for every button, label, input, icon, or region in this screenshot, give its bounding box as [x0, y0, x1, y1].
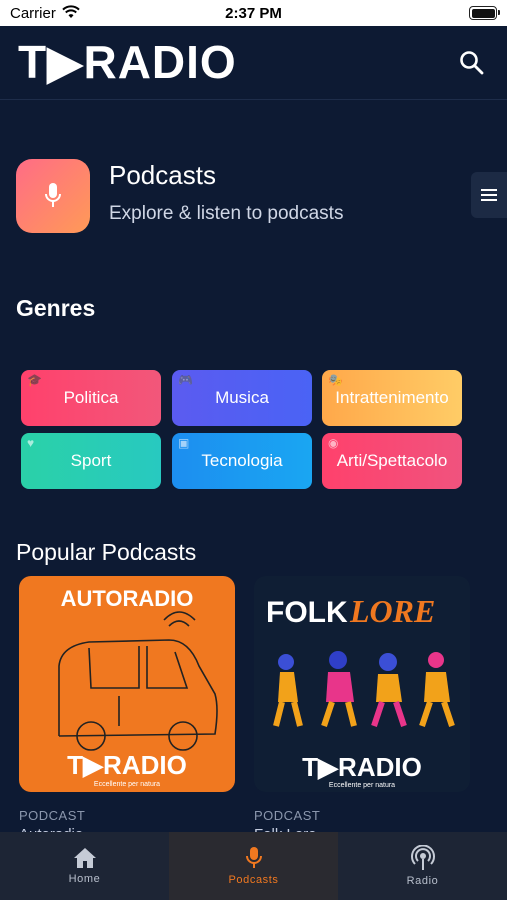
genre-label: Politica [63, 388, 119, 407]
tab-label: Podcasts [228, 874, 279, 886]
podcast-card-folklore[interactable]: FOLK LORE T▶RADIO Eccellente per natura [254, 576, 470, 792]
microphone-icon [245, 847, 262, 868]
autoradio-artwork: AUTORADIO T▶RADIO Eccellente per natura [58, 586, 218, 788]
popular-podcasts-heading: Popular Podcasts [16, 539, 197, 565]
genre-label: Musica [215, 388, 269, 407]
artwork-title-b: LORE [349, 593, 435, 629]
artwork-title-a: FOLK [266, 596, 348, 629]
hamburger-icon [481, 189, 497, 201]
gamepad-icon: 🎮 [178, 373, 193, 387]
tab-label: Home [68, 873, 101, 885]
genre-sport[interactable]: ♥ Sport [21, 433, 161, 489]
theater-masks-icon: 🎭 [328, 373, 343, 387]
tab-podcasts[interactable]: Podcasts [169, 832, 338, 900]
genre-label: Intrattenimento [335, 388, 449, 407]
chip-icon: ▣ [178, 436, 190, 450]
page-title: Podcasts [109, 160, 216, 190]
clock: 2:37 PM [225, 5, 282, 22]
logo-text: T▶RADIO [18, 36, 237, 88]
home-icon [73, 848, 96, 868]
heart-icon: ♥ [27, 436, 35, 450]
artwork-brand: T▶RADIO [302, 752, 422, 782]
artwork-tagline: Eccellente per natura [329, 782, 395, 789]
genre-label: Tecnologia [201, 451, 283, 470]
podcast-type-label: PODCAST [19, 808, 86, 823]
app-header: T▶RADIO [0, 26, 507, 100]
genre-label: Sport [70, 451, 112, 470]
genre-intrattenimento[interactable]: 🎭 Intrattenimento [322, 370, 462, 426]
artwork-title: AUTORADIO [61, 586, 194, 611]
genre-arti-spettacolo[interactable]: ◉ Arti/Spettacolo [322, 433, 462, 489]
tab-radio[interactable]: Radio [338, 832, 507, 900]
side-menu-button[interactable] [471, 172, 507, 218]
dancers-illustration [273, 651, 455, 727]
status-bar: Carrier 2:37 PM [0, 0, 507, 26]
genre-musica[interactable]: 🎮 Musica [172, 370, 312, 426]
podcast-type-label: PODCAST [254, 808, 321, 823]
search-icon[interactable] [459, 50, 485, 76]
graduation-cap-icon: 🎓 [27, 373, 42, 387]
artwork-brand: T▶RADIO [67, 750, 187, 780]
microphone-icon [45, 183, 61, 207]
tab-label: Radio [406, 875, 439, 887]
podcast-card-autoradio[interactable]: AUTORADIO T▶RADIO Eccellente per natura [19, 576, 235, 792]
artwork-tagline: Eccellente per natura [94, 781, 160, 788]
folklore-artwork: FOLK LORE T▶RADIO Eccellente per natura [266, 593, 455, 789]
genre-politica[interactable]: 🎓 Politica [21, 370, 161, 426]
battery-icon [469, 6, 500, 20]
bottom-tab-bar: Home Podcasts Radio [0, 832, 507, 900]
genres-heading: Genres [16, 295, 96, 321]
palette-icon: ◉ [328, 436, 339, 450]
genre-tecnologia[interactable]: ▣ Tecnologia [172, 433, 312, 489]
tab-home[interactable]: Home [0, 832, 169, 900]
podcasts-hero-icon [16, 159, 90, 233]
tradio-logo: T▶RADIO [18, 38, 237, 86]
genre-label: Arti/Spettacolo [336, 451, 448, 470]
radio-icon [410, 845, 435, 870]
page-subtitle: Explore & listen to podcasts [109, 203, 344, 224]
